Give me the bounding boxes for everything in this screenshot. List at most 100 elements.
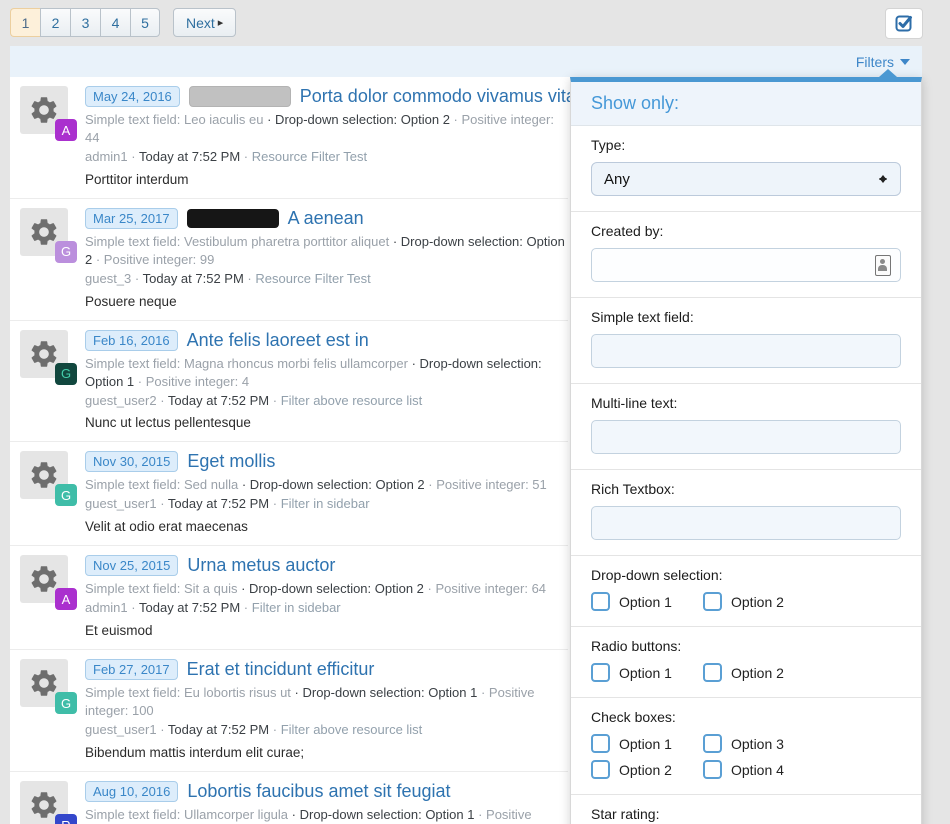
author-name: admin1 (85, 149, 128, 164)
item-body: Feb 27, 2017 Erat et tincidunt efficitur… (85, 659, 568, 760)
created-by-label: Created by: (591, 223, 901, 239)
rich-textbox-input[interactable] (591, 506, 901, 540)
date-badge: Nov 25, 2015 (85, 555, 178, 576)
author-badge: G (55, 484, 77, 506)
item-title-link[interactable]: Eget mollis (187, 451, 275, 472)
item-title-link[interactable]: Erat et tincidunt efficitur (187, 659, 375, 680)
simple-text-label: Simple text field: (591, 309, 901, 325)
radio-option-2[interactable]: Option 2 (703, 663, 784, 682)
item-body: Aug 10, 2016 Lobortis faucibus amet sit … (85, 781, 568, 824)
checkbox-option-3[interactable]: Option 3 (703, 734, 784, 753)
author-name: guest_user2 (85, 393, 157, 408)
resource-gear-tile[interactable]: A (20, 86, 68, 134)
page-button-3[interactable]: 3 (70, 8, 100, 37)
dropdown-option-1[interactable]: Option 1 (591, 592, 703, 611)
item-title-link[interactable]: Urna metus auctor (187, 555, 335, 576)
checkbox-icon[interactable] (703, 734, 722, 753)
author-name: guest_user1 (85, 722, 157, 737)
type-select-value: Any (604, 171, 630, 188)
resource-list: A May 24, 2016 Porta dolor commodo vivam… (10, 77, 568, 824)
resource-gear-tile[interactable]: R (20, 781, 68, 824)
filter-section-radio: Radio buttons: Option 1 Option 2 (571, 626, 921, 697)
filter-section-rich-textbox: Rich Textbox: (571, 469, 921, 555)
item-fields-line: Simple text field: Leo iaculis eu · Drop… (85, 111, 569, 147)
item-snippet: Posuere neque (85, 294, 568, 309)
star-rating-label: Star rating: (591, 806, 901, 822)
type-label: Type: (591, 137, 901, 153)
page-button-4[interactable]: 4 (100, 8, 130, 37)
item-byline: guest_user1 · Today at 7:52 PM · Filter … (85, 721, 568, 739)
resource-gear-tile[interactable]: A (20, 555, 68, 603)
checkbox-icon[interactable] (703, 663, 722, 682)
filter-section-simple-text: Simple text field: (571, 297, 921, 383)
created-by-input[interactable] (591, 248, 901, 282)
checkbox-icon[interactable] (591, 663, 610, 682)
item-fields-line: Simple text field: Eu lobortis risus ut … (85, 684, 568, 720)
list-item: A Nov 25, 2015 Urna metus auctor Simple … (10, 546, 568, 650)
type-select[interactable]: Any (591, 162, 901, 196)
author-name: guest_user1 (85, 496, 157, 511)
author-badge: A (55, 119, 77, 141)
simple-text-input[interactable] (591, 334, 901, 368)
filters-panel: Show only: Type: Any Created by: Simple … (570, 77, 922, 824)
checkbox-icon[interactable] (703, 760, 722, 779)
checkbox-icon[interactable] (591, 592, 610, 611)
resource-gear-tile[interactable]: G (20, 659, 68, 707)
multiline-input[interactable] (591, 420, 901, 454)
page-button-1[interactable]: 1 (10, 8, 40, 37)
item-byline: admin1 · Today at 7:52 PM · Resource Fil… (85, 148, 569, 166)
radio-option-1[interactable]: Option 1 (591, 663, 703, 682)
checkbox-icon[interactable] (703, 592, 722, 611)
select-spinner-icon (879, 170, 888, 188)
author-badge: A (55, 588, 77, 610)
select-mode-button[interactable] (885, 8, 923, 39)
date-badge: Mar 25, 2017 (85, 208, 178, 229)
filter-section-multiline: Multi-line text: (571, 383, 921, 469)
author-badge: G (55, 241, 77, 263)
resource-gear-tile[interactable]: G (20, 330, 68, 378)
list-item: G Mar 25, 2017 A aenean Simple text fiel… (10, 199, 568, 321)
redacted-text-bar (187, 209, 279, 228)
checkbox-icon[interactable] (591, 760, 610, 779)
contact-picker-icon[interactable] (875, 255, 891, 276)
filter-section-dropdown: Drop-down selection: Option 1 Option 2 (571, 555, 921, 626)
dropdown-option-2[interactable]: Option 2 (703, 592, 784, 611)
list-item: R Aug 10, 2016 Lobortis faucibus amet si… (10, 772, 568, 824)
chevron-down-icon (900, 59, 910, 70)
checkbox-option-4[interactable]: Option 4 (703, 760, 784, 779)
checkbox-icon[interactable] (591, 734, 610, 753)
list-item: A May 24, 2016 Porta dolor commodo vivam… (10, 77, 568, 199)
next-page-button[interactable]: Next ▸ (173, 8, 236, 37)
source-name: Filter above resource list (281, 393, 423, 408)
checkbox-option-2[interactable]: Option 2 (591, 760, 703, 779)
list-item: G Feb 16, 2016 Ante felis laoreet est in… (10, 321, 568, 443)
item-title-link[interactable]: Lobortis faucibus amet sit feugiat (187, 781, 450, 802)
item-fields-line: Simple text field: Sed nulla · Drop-down… (85, 476, 568, 494)
resource-filter-page: 1 2 3 4 5 Next ▸ Filters A (0, 0, 950, 824)
timestamp: Today at 7:52 PM (168, 496, 269, 511)
page-button-2[interactable]: 2 (40, 8, 70, 37)
redacted-text-bar (189, 86, 291, 107)
item-body: Nov 25, 2015 Urna metus auctor Simple te… (85, 555, 568, 638)
filter-section-created-by: Created by: (571, 211, 921, 297)
page-button-5[interactable]: 5 (130, 8, 160, 37)
author-badge: G (55, 692, 77, 714)
item-byline: guest_user2 · Today at 7:52 PM · Filter … (85, 392, 568, 410)
timestamp: Today at 7:52 PM (168, 393, 269, 408)
resource-gear-tile[interactable]: G (20, 208, 68, 256)
filters-panel-header: Show only: (571, 82, 921, 126)
radio-buttons-label: Radio buttons: (591, 638, 901, 654)
item-body: Mar 25, 2017 A aenean Simple text field:… (85, 208, 568, 309)
item-title-link[interactable]: Porta dolor commodo vivamus vitae (300, 86, 586, 107)
resource-gear-tile[interactable]: G (20, 451, 68, 499)
item-snippet: Et euismod (85, 623, 568, 638)
item-title-link[interactable]: Ante felis laoreet est in (187, 330, 369, 351)
timestamp: Today at 7:52 PM (139, 149, 240, 164)
checkbox-option-1[interactable]: Option 1 (591, 734, 703, 753)
date-badge: Nov 30, 2015 (85, 451, 178, 472)
author-name: guest_3 (85, 271, 131, 286)
checked-checkbox-icon (895, 14, 914, 33)
list-item: G Feb 27, 2017 Erat et tincidunt efficit… (10, 650, 568, 772)
source-name: Filter above resource list (281, 722, 423, 737)
item-title-link[interactable]: A aenean (288, 208, 364, 229)
